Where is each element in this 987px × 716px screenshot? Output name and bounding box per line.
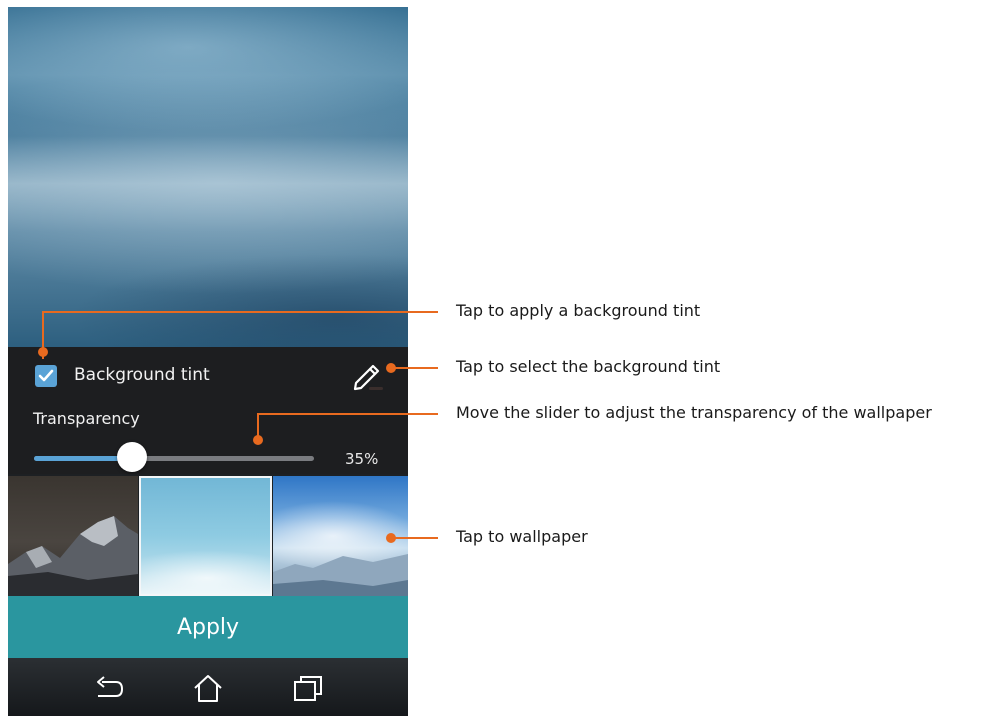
callout-line-select-tint bbox=[391, 367, 438, 369]
callout-apply-tint: Tap to apply a background tint bbox=[456, 301, 701, 320]
mountain-silhouette bbox=[8, 516, 138, 596]
pencil-icon[interactable] bbox=[350, 361, 384, 391]
wallpaper-thumbnail-snowfield[interactable] bbox=[139, 476, 272, 596]
transparency-label: Transparency bbox=[33, 409, 140, 428]
callout-dot-apply-tint bbox=[38, 347, 48, 357]
callout-slider: Move the slider to adjust the transparen… bbox=[456, 403, 932, 422]
slider-thumb[interactable] bbox=[117, 442, 147, 472]
callout-select-tint: Tap to select the background tint bbox=[456, 357, 721, 376]
background-tint-checkbox[interactable] bbox=[35, 365, 57, 387]
navigation-bar bbox=[8, 658, 408, 716]
wallpaper-thumbnail-strip bbox=[8, 476, 408, 596]
background-tint-label: Background tint bbox=[74, 365, 210, 385]
checkmark-icon bbox=[38, 369, 54, 382]
back-icon[interactable] bbox=[92, 672, 126, 704]
callout-line-wallpaper bbox=[391, 537, 438, 539]
transparency-value: 35% bbox=[345, 450, 379, 468]
apply-button[interactable]: Apply bbox=[8, 596, 408, 658]
callout-line-slider bbox=[257, 413, 438, 415]
callout-line-slider-vertical bbox=[257, 413, 259, 440]
tint-panel: Background tint Transparency 35% bbox=[8, 347, 408, 474]
transparency-slider[interactable] bbox=[34, 442, 314, 472]
phone-screen: Background tint Transparency 35% Apply bbox=[8, 7, 408, 716]
wallpaper-preview bbox=[8, 7, 408, 347]
wallpaper-thumbnail-mountain[interactable] bbox=[8, 476, 138, 596]
home-icon[interactable] bbox=[191, 672, 225, 704]
callout-wallpaper: Tap to wallpaper bbox=[456, 527, 588, 546]
recent-apps-icon[interactable] bbox=[291, 672, 325, 704]
callout-line-apply-tint bbox=[42, 311, 438, 313]
